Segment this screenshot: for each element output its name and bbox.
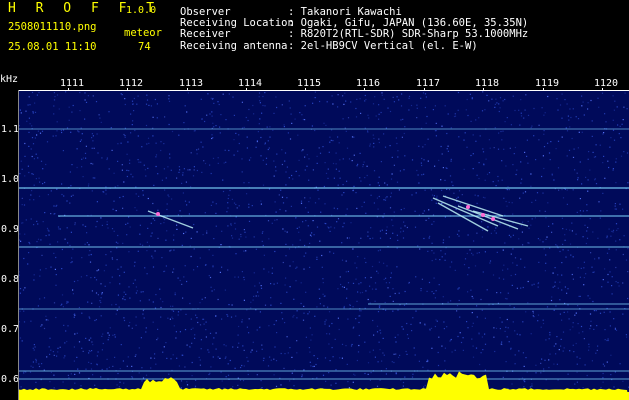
meteor-label: meteor <box>124 27 162 39</box>
x-tick-label: 1117 <box>416 78 441 89</box>
meteor-echo-core <box>466 205 470 209</box>
x-tick-label: 1113 <box>179 78 204 89</box>
y-tick-label: 0.6 <box>1 374 20 385</box>
x-tick-label: 1115 <box>297 78 322 89</box>
date-time: 25.08.01 11:10 <box>8 41 97 53</box>
receiver-value: : R820T2(RTL-SDR) SDR-Sharp 53.1000MHz <box>288 28 529 40</box>
meteor-echo-core <box>491 217 495 221</box>
y-tick-label: 1.0 <box>1 174 20 185</box>
y-tick-label: 0.9 <box>1 224 20 235</box>
frequency-axis-line <box>18 90 19 400</box>
meteor-echo <box>147 210 194 229</box>
x-tick-label: 1118 <box>475 78 500 89</box>
receiver-label: Receiver <box>180 28 231 40</box>
spectrogram-canvas <box>18 91 629 400</box>
header-panel: H R O F F T 1.0.0 2508011110.png meteor … <box>0 0 629 72</box>
meteor-echo <box>432 197 499 227</box>
antenna-value: : 2el-HB9CV Vertical (el. E-W) <box>288 40 478 52</box>
y-tick-label: 0.7 <box>1 324 20 335</box>
y-tick-label: 0.8 <box>1 274 20 285</box>
meteor-count: 74 <box>138 41 151 53</box>
x-tick-label: 1114 <box>238 78 263 89</box>
x-tick-label: 1111 <box>60 78 85 89</box>
x-tick-label: 1120 <box>594 78 619 89</box>
antenna-label: Receiving antenna <box>180 40 288 52</box>
spectrogram <box>18 91 629 400</box>
file-name: 2508011110.png <box>8 21 97 33</box>
x-tick-label: 1116 <box>356 78 381 89</box>
meteor-echo <box>457 205 519 230</box>
y-tick-label: 1.1 <box>1 124 20 135</box>
meteor-echo-core <box>481 213 485 217</box>
meteor-echo-core <box>156 212 160 216</box>
x-tick-label: 1112 <box>119 78 144 89</box>
y-axis-unit: kHz <box>0 74 19 85</box>
app-version: 1.0.0 <box>126 5 157 16</box>
x-tick-label: 1119 <box>535 78 560 89</box>
noise-speckle <box>18 91 629 393</box>
